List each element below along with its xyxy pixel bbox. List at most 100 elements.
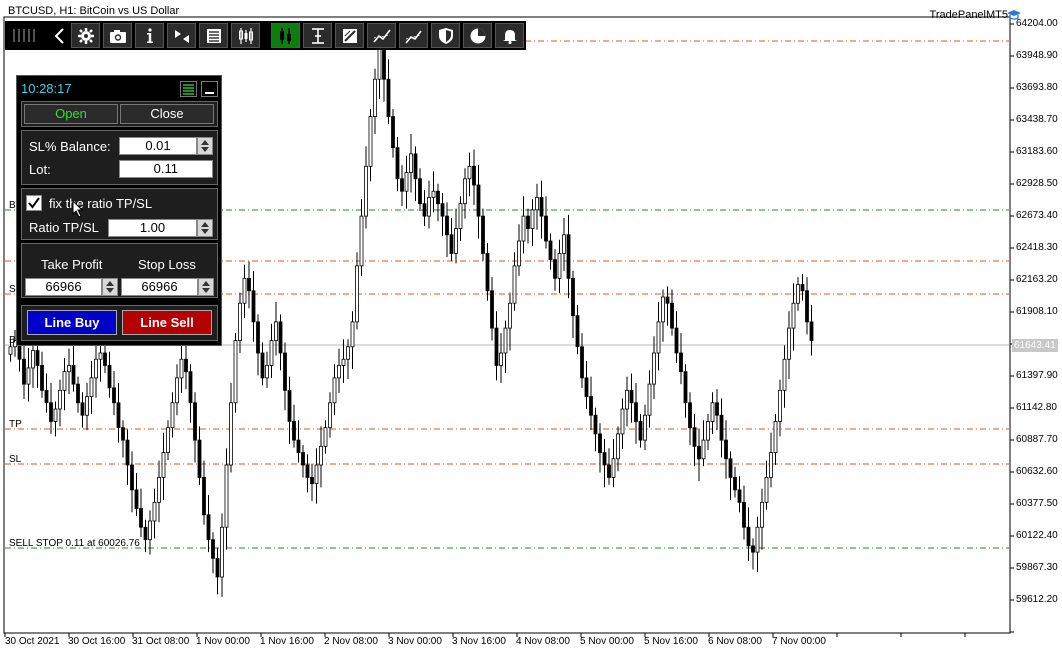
candle-body [125,439,130,466]
candle-body [481,215,485,254]
candle-body [602,452,607,466]
price-label: 63693.80 [1016,82,1058,93]
candle-body [553,259,557,279]
tab-open[interactable]: Open [24,104,118,124]
alerts-button[interactable] [495,23,524,48]
panel-menu-button[interactable] [180,81,197,97]
ratio-spinner[interactable] [197,219,213,237]
candle-body [485,253,490,292]
stop-loss-spinner[interactable] [198,278,214,296]
candle-body [283,352,287,391]
settings-button[interactable] [71,23,100,48]
candle-body [526,215,530,229]
candle-body [71,365,76,385]
current-price-badge: 61643.41 [1012,339,1058,352]
candle-body [773,421,778,453]
line-buy-button[interactable]: Line Buy [27,310,117,335]
candle-body [58,389,62,410]
candle-body [328,402,332,429]
candle-body [161,452,166,478]
time-label: 5 Nov 00:00 [580,636,634,647]
candle-body [301,452,305,466]
sl-balance-spinner[interactable] [197,137,213,155]
candle-body [562,234,566,254]
candle-body [661,296,665,323]
levels-button[interactable] [271,23,300,48]
candle-body [575,315,580,348]
candle-body [373,78,377,117]
candle-body [175,377,179,404]
screenshot-button[interactable] [103,23,132,48]
candle-body [305,464,310,478]
time-label: 2 Nov 08:00 [324,636,378,647]
candle-body [760,501,764,528]
line-buttons-section: Line Buy Line Sell [21,305,218,341]
candle-body [337,365,341,379]
info-icon [146,27,153,43]
candle-body [490,290,494,329]
candle-body [94,358,98,379]
line-sell-button[interactable]: Line Sell [122,310,212,335]
candle-body [391,116,395,149]
candle-body [418,178,422,205]
stop-loss-input[interactable]: 66966 [121,278,198,296]
candle-body [62,371,67,391]
time-label: 1 Nov 16:00 [260,636,314,647]
info-button[interactable] [135,23,164,48]
candle-body [697,445,701,460]
orders-list-button[interactable] [199,23,228,48]
candle-body [238,302,242,341]
trend-arrows-button[interactable] [399,23,428,48]
candle-body [260,352,265,379]
tab-close[interactable]: Close [120,104,214,124]
candle-body [166,427,170,453]
price-label: 61142.80 [1016,402,1057,413]
candle-body [737,489,742,503]
b2-line-label: B [9,335,16,346]
candle-body [148,520,152,541]
take-profit-input[interactable]: 66966 [25,278,102,296]
back-button[interactable] [45,23,74,48]
trend-arrows-icon [404,30,422,44]
candle-body [206,514,211,541]
candle-body [431,190,436,198]
camera-icon [109,29,126,43]
fix-ratio-label: fix the ratio TP/SL [49,196,153,211]
chart-toolbar [5,21,526,50]
grip-icon[interactable] [11,27,37,44]
price-label: 61908.10 [1016,306,1058,317]
candle-body [782,358,787,391]
candle-body [26,367,31,385]
candle-body [643,414,647,441]
draw-icon [342,28,357,43]
ruler-icon [311,27,324,44]
candle-body [386,78,391,117]
candle-body [107,365,112,389]
candle-body [44,389,49,404]
ruler-button[interactable] [303,23,332,48]
ratio-input[interactable]: 1.00 [108,219,197,237]
stats-button[interactable] [463,23,492,48]
candle-body [715,402,719,416]
candle-body [728,458,733,478]
protect-button[interactable] [431,23,460,48]
price-label: 63948.90 [1016,50,1058,61]
take-profit-spinner[interactable] [102,278,118,296]
play-button[interactable] [167,23,196,48]
panel-minimize-button[interactable] [201,81,218,97]
candles-button[interactable] [231,23,260,48]
stop-loss-label: Stop Loss [138,257,196,272]
fix-ratio-checkbox[interactable] [26,195,42,211]
candle-body [755,526,760,553]
candle-body [449,234,454,254]
time-label: 6 Nov 08:00 [708,636,762,647]
price-label: 60122.40 [1016,530,1058,541]
lot-input[interactable]: 0.11 [119,160,213,178]
price-label: 62928.50 [1016,178,1058,189]
candle-body [629,389,634,404]
candle-body [436,190,440,205]
trend-button[interactable] [367,23,396,48]
candle-body [652,352,656,385]
sl-balance-input[interactable]: 0.01 [119,137,197,155]
draw-button[interactable] [335,23,364,48]
